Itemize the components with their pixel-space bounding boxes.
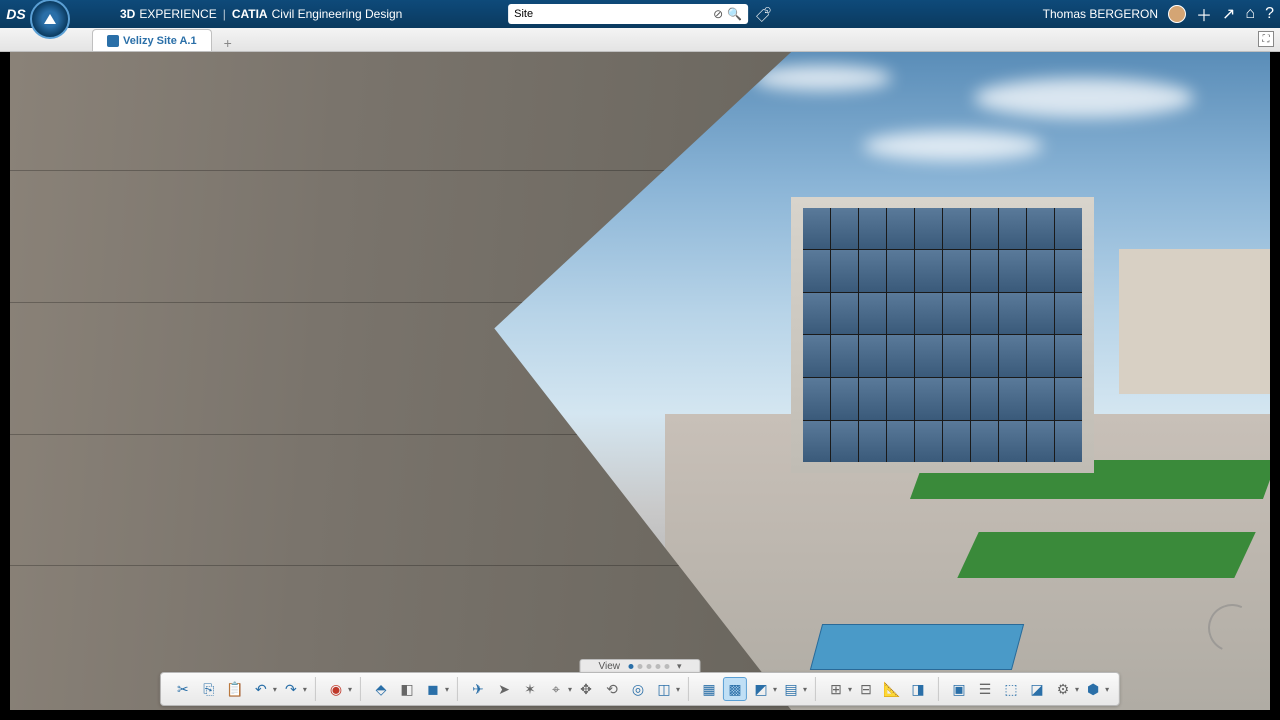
redo-button[interactable]: ↷ xyxy=(279,677,303,701)
search-input[interactable] xyxy=(514,8,713,20)
building-far xyxy=(1119,249,1270,394)
tree-filter-button[interactable]: ☰ xyxy=(973,677,997,701)
link-view-button[interactable]: ⬚ xyxy=(999,677,1023,701)
user-name: Thomas BERGERON xyxy=(1043,7,1158,21)
share-icon[interactable]: ↗ xyxy=(1222,4,1235,24)
fly-button[interactable]: ✈ xyxy=(466,677,490,701)
tab-add-button[interactable]: + xyxy=(216,35,240,51)
render-wireframe-button[interactable]: ▩ xyxy=(723,677,747,701)
render-shaded-button[interactable]: ▦ xyxy=(697,677,721,701)
avatar[interactable] xyxy=(1168,5,1186,23)
title-separator: | xyxy=(223,7,226,21)
undo-button[interactable]: ↶ xyxy=(249,677,273,701)
cube-view-button[interactable]: ⬢ xyxy=(1081,677,1105,701)
capture-button[interactable]: ▣ xyxy=(947,677,971,701)
maximize-button[interactable]: ⛶ xyxy=(1258,31,1274,47)
boolean-button[interactable]: ◧ xyxy=(395,677,419,701)
logo-cluster: DS xyxy=(6,0,70,39)
cut-button[interactable]: ✂ xyxy=(171,677,195,701)
view-orientation-widget[interactable] xyxy=(1208,604,1256,652)
tab-bar: Velizy Site A.1 + ⛶ xyxy=(0,28,1280,52)
tab-label: Velizy Site A.1 xyxy=(123,35,197,47)
rotate-button[interactable]: ⟲ xyxy=(600,677,624,701)
clear-icon[interactable]: ⊘ xyxy=(713,7,723,21)
home-icon[interactable]: ⌂ xyxy=(1245,5,1255,23)
create-body-button[interactable]: ⬘ xyxy=(369,677,393,701)
split-h-button[interactable]: ⊟ xyxy=(854,677,878,701)
split-view-button[interactable]: ⊞ xyxy=(824,677,848,701)
fit-all-button[interactable]: ✶ xyxy=(518,677,542,701)
primitive-button[interactable]: ◼ xyxy=(421,677,445,701)
viewport-3d[interactable] xyxy=(10,52,1270,710)
search-area: ⊘ 🔍 🏷 xyxy=(508,4,772,24)
toolbar-pager[interactable] xyxy=(628,664,669,669)
pan-button[interactable]: ✥ xyxy=(574,677,598,701)
landscape-grass xyxy=(957,532,1256,578)
platform-bold: 3D xyxy=(120,7,135,21)
tab-active[interactable]: Velizy Site A.1 xyxy=(92,29,212,51)
section-button[interactable]: ◨ xyxy=(906,677,930,701)
platform-rest: EXPERIENCE xyxy=(139,7,216,21)
isolate-button[interactable]: ◪ xyxy=(1025,677,1049,701)
toolbar-label-text: View xyxy=(598,661,620,672)
paste-button[interactable]: 📋 xyxy=(223,677,247,701)
render-material-button[interactable]: ◩ xyxy=(749,677,773,701)
copy-button[interactable]: ⎘ xyxy=(197,677,221,701)
brand-name: CATIA xyxy=(232,7,268,21)
normal-view-button[interactable]: ◫ xyxy=(652,677,676,701)
chevron-down-icon[interactable]: ▾ xyxy=(677,661,682,672)
building-glass xyxy=(791,197,1093,473)
app-name: Civil Engineering Design xyxy=(272,7,403,21)
app-title: 3D EXPERIENCE | CATIA Civil Engineering D… xyxy=(120,7,402,21)
add-icon[interactable]: ＋ xyxy=(1196,2,1212,26)
look-at-button[interactable]: ◎ xyxy=(626,677,650,701)
settings-button[interactable]: ⚙ xyxy=(1051,677,1075,701)
search-box[interactable]: ⊘ 🔍 xyxy=(508,4,748,24)
help-icon[interactable]: ? xyxy=(1265,5,1274,23)
water-feature xyxy=(810,624,1024,670)
user-area: Thomas BERGERON ＋ ↗ ⌂ ? xyxy=(1043,2,1274,26)
tag-icon[interactable]: 🏷 xyxy=(755,5,772,23)
bottom-toolbar: ✂ ⎘ 📋 ↶▾ ↷▾ ◉▾ ⬘ ◧ ◼▾ ✈ ➤ ✶ ⌖▾ ✥ ⟲ ◎ ◫▾ … xyxy=(160,672,1120,706)
render-edges-button[interactable]: ▤ xyxy=(779,677,803,701)
ds-logo-icon[interactable]: DS xyxy=(6,4,26,24)
update-button[interactable]: ◉ xyxy=(324,677,348,701)
top-bar: DS 3D EXPERIENCE | CATIA Civil Engineerin… xyxy=(0,0,1280,28)
zoom-area-button[interactable]: ⌖ xyxy=(544,677,568,701)
search-icon[interactable]: 🔍 xyxy=(727,7,742,21)
tab-doc-icon xyxy=(107,35,119,47)
select-button[interactable]: ➤ xyxy=(492,677,516,701)
compass-icon[interactable] xyxy=(30,0,70,39)
measure-button[interactable]: 📐 xyxy=(880,677,904,701)
